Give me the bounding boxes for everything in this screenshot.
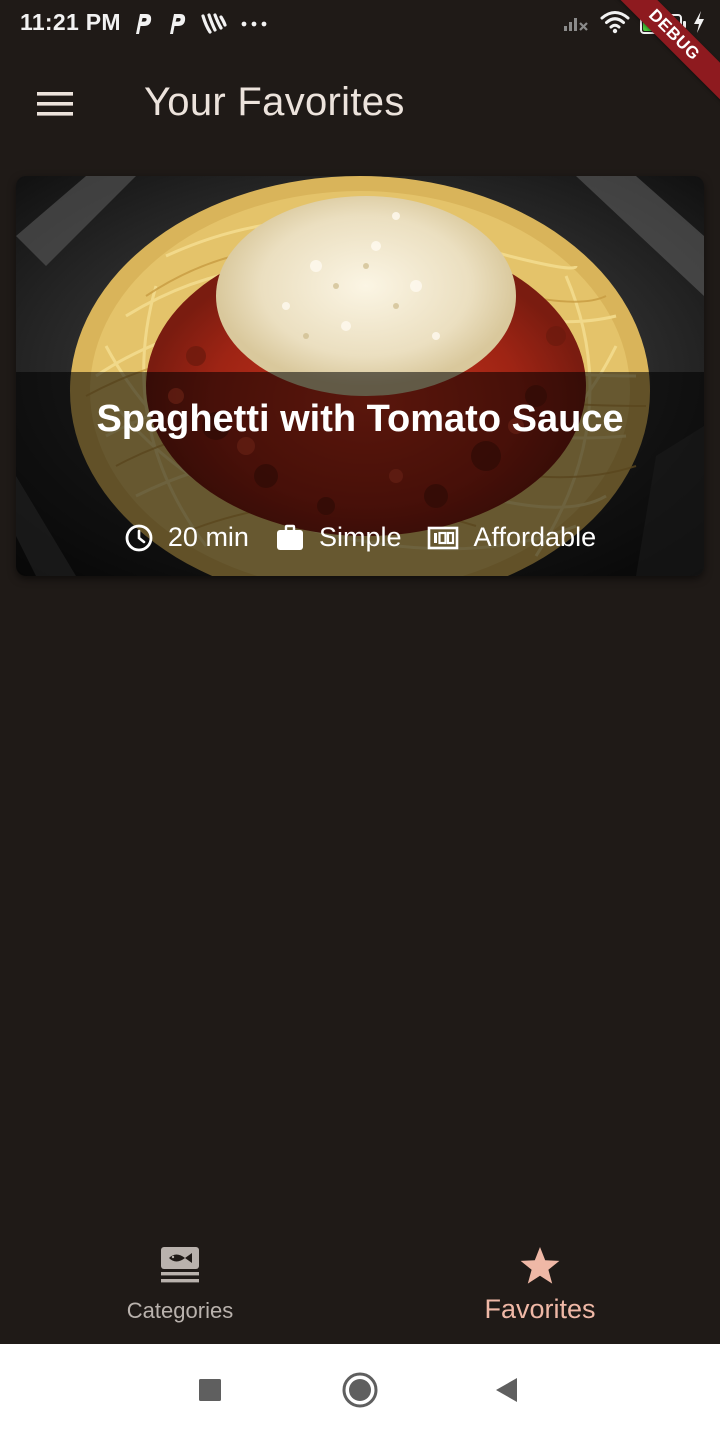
nav-item-favorites[interactable]: Favorites: [360, 1228, 720, 1344]
back-button[interactable]: [482, 1368, 530, 1416]
meal-card[interactable]: Spaghetti with Tomato Sauce 20 min Simpl…: [16, 176, 704, 576]
home-button[interactable]: [336, 1368, 384, 1416]
meal-affordability-text: Affordable: [473, 522, 597, 552]
tap-notification-icon: [200, 12, 228, 36]
status-notification-icons: [132, 10, 268, 38]
nav-label-categories: Categories: [126, 1298, 234, 1323]
nav-label-favorites: Favorites: [484, 1294, 596, 1324]
meal-affordability: Affordable: [427, 522, 596, 553]
hamburger-menu-icon: [37, 90, 75, 123]
status-bar: 11:21 PM: [0, 0, 720, 50]
set-meal-icon: [160, 1246, 200, 1289]
recents-square-icon: [198, 1378, 222, 1407]
p-notification-icon: [166, 12, 188, 36]
meal-title: Spaghetti with Tomato Sauce: [96, 398, 624, 440]
nav-item-categories[interactable]: Categories: [0, 1228, 360, 1344]
recents-button[interactable]: [186, 1368, 234, 1416]
meal-caption: Spaghetti with Tomato Sauce 20 min Simpl…: [16, 372, 704, 576]
home-circle-icon: [341, 1371, 379, 1414]
star-icon: [519, 1246, 561, 1291]
wifi-icon: [600, 10, 630, 39]
back-triangle-icon: [493, 1376, 519, 1409]
briefcase-icon: [275, 523, 305, 553]
clock-icon: [124, 523, 154, 553]
p-notification-icon: [132, 12, 154, 36]
system-navigation-bar: [0, 1344, 720, 1440]
app-bar: Your Favorites: [0, 50, 720, 160]
meal-complexity-text: Simple: [318, 522, 402, 552]
more-dots-icon: [240, 12, 268, 36]
money-icon: [427, 523, 459, 553]
menu-button[interactable]: [22, 72, 90, 140]
meal-meta: 20 min Simple Affordable: [16, 522, 704, 553]
charging-bolt-icon: [692, 10, 706, 39]
app-screen: 11:21 PM DEBUG Your Favorites Spaghetti …: [0, 0, 720, 1440]
meal-duration: 20 min: [124, 522, 249, 553]
meal-complexity: Simple: [275, 522, 402, 553]
page-title: Your Favorites: [144, 80, 405, 124]
status-time: 11:21 PM: [20, 9, 121, 35]
cell-signal-off-icon: [562, 10, 590, 39]
bottom-navigation: Categories Favorites: [0, 1228, 720, 1344]
meal-duration-text: 20 min: [167, 522, 249, 552]
